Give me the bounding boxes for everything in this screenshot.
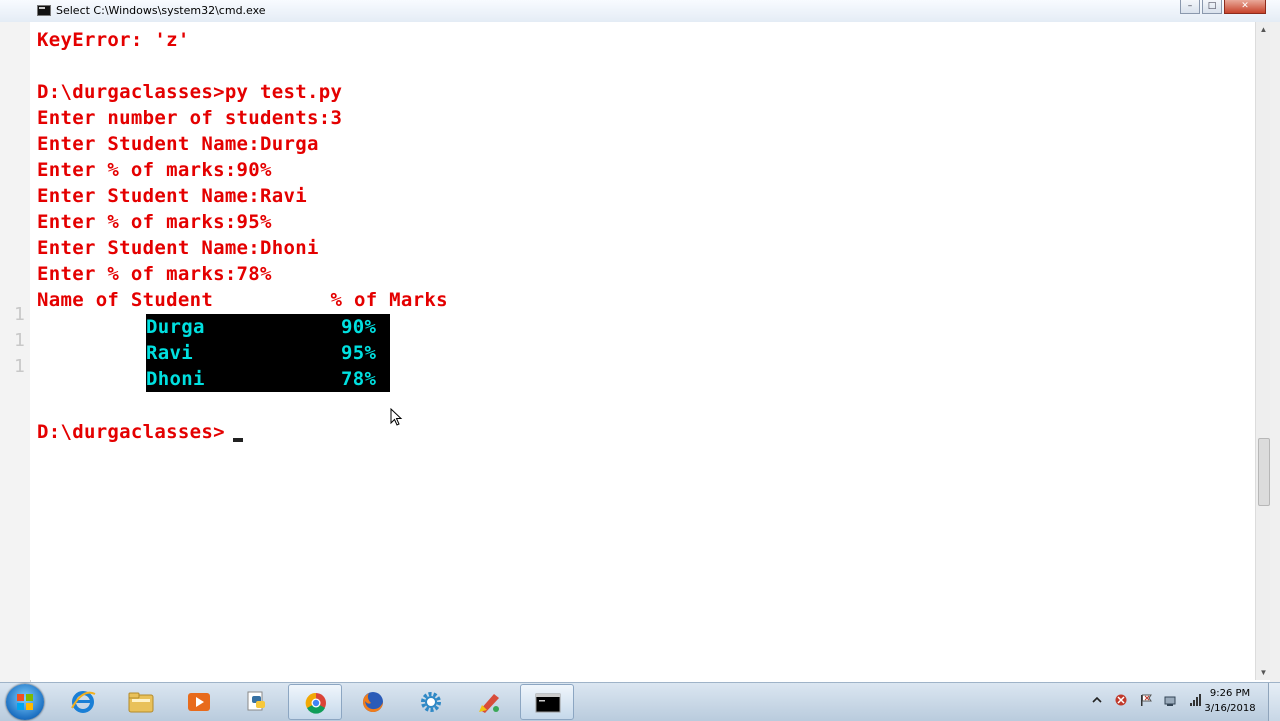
firefox-icon (363, 692, 383, 712)
media-player-icon (188, 693, 210, 711)
scroll-down-arrow-icon[interactable]: ▼ (1256, 665, 1271, 680)
taskbar-app-editor[interactable] (462, 684, 516, 720)
taskbar-app-cmd[interactable] (520, 684, 574, 720)
clock-time: 9:26 PM (1209, 688, 1251, 699)
taskbar-app-python[interactable] (230, 684, 284, 720)
line-number-ghost: 1 (14, 304, 25, 325)
title-bar[interactable]: Select C:\Windows\system32\cmd.exe – □ ✕ (0, 0, 1280, 23)
student-name: Durga (146, 316, 205, 338)
console-line: Enter Student Name:Dhoni (37, 237, 319, 259)
console-line: Enter number of students:3 (37, 107, 343, 129)
vertical-scrollbar[interactable]: ▲ ▼ (1255, 22, 1271, 680)
background-editor-gutter: 1 1 1 (0, 22, 31, 682)
close-button[interactable]: ✕ (1224, 0, 1266, 14)
student-name: Ravi (146, 342, 193, 364)
student-marks: 78% (341, 368, 377, 390)
system-tray (1090, 691, 1208, 711)
console-line: Enter % of marks:90% (37, 159, 272, 181)
table-header-line: Name of Student % of Marks (37, 289, 448, 311)
tray-expand-icon[interactable] (1090, 693, 1104, 707)
ie-icon (71, 691, 96, 713)
scroll-thumb[interactable] (1258, 438, 1270, 506)
maximize-button[interactable]: □ (1202, 0, 1222, 14)
minimize-button[interactable]: – (1180, 0, 1200, 14)
taskbar-app-chrome[interactable] (288, 684, 342, 720)
start-button[interactable] (6, 684, 44, 720)
show-desktop-button[interactable] (1268, 683, 1280, 721)
taskbar-app-settings[interactable] (404, 684, 458, 720)
cmd-icon (535, 693, 561, 713)
student-marks: 95% (341, 342, 377, 364)
network-icon[interactable] (1163, 693, 1177, 707)
scroll-up-arrow-icon[interactable]: ▲ (1256, 22, 1271, 37)
window-frame (1270, 22, 1280, 682)
console-output[interactable]: KeyError: 'z' D:\durgaclasses>py test.py… (30, 22, 1255, 680)
taskbar-app-media-player[interactable] (172, 684, 226, 720)
text-cursor (233, 438, 243, 442)
console-line: D:\durgaclasses>py test.py (37, 81, 343, 103)
taskbar-app-internet-explorer[interactable] (56, 684, 110, 720)
console-line: Enter % of marks:78% (37, 263, 272, 285)
console-line: KeyError: 'z' (37, 29, 190, 51)
chrome-icon (305, 692, 326, 714)
python-icon (247, 691, 265, 711)
line-number-ghost: 1 (14, 356, 25, 377)
mouse-pointer-icon (390, 408, 403, 426)
line-number-ghost: 1 (14, 330, 25, 351)
cmd-icon (37, 5, 51, 16)
command-prompt[interactable]: D:\durgaclasses> (37, 419, 225, 445)
taskbar-app-firefox[interactable] (346, 684, 400, 720)
selected-row: Durga 90% (146, 314, 376, 340)
clock-date: 3/16/2018 (1204, 703, 1256, 714)
security-icon[interactable] (1114, 693, 1128, 707)
flag-icon[interactable] (1139, 693, 1153, 707)
selected-row: Ravi 95% (146, 340, 376, 366)
student-name: Dhoni (146, 368, 205, 390)
editor-icon (479, 694, 499, 713)
gear-icon (421, 692, 441, 712)
taskbar: 9:26 PM 3/16/2018 (0, 682, 1280, 721)
window-title: Select C:\Windows\system32\cmd.exe (56, 4, 266, 17)
console-line: Enter % of marks:95% (37, 211, 272, 233)
console-line: Enter Student Name:Durga (37, 133, 319, 155)
console-line: Enter Student Name:Ravi (37, 185, 307, 207)
selected-row: Dhoni 78% (146, 366, 376, 392)
taskbar-app-file-explorer[interactable] (114, 684, 168, 720)
system-clock[interactable]: 9:26 PM 3/16/2018 (1195, 686, 1265, 716)
folder-icon (128, 692, 154, 713)
student-marks: 90% (341, 316, 377, 338)
